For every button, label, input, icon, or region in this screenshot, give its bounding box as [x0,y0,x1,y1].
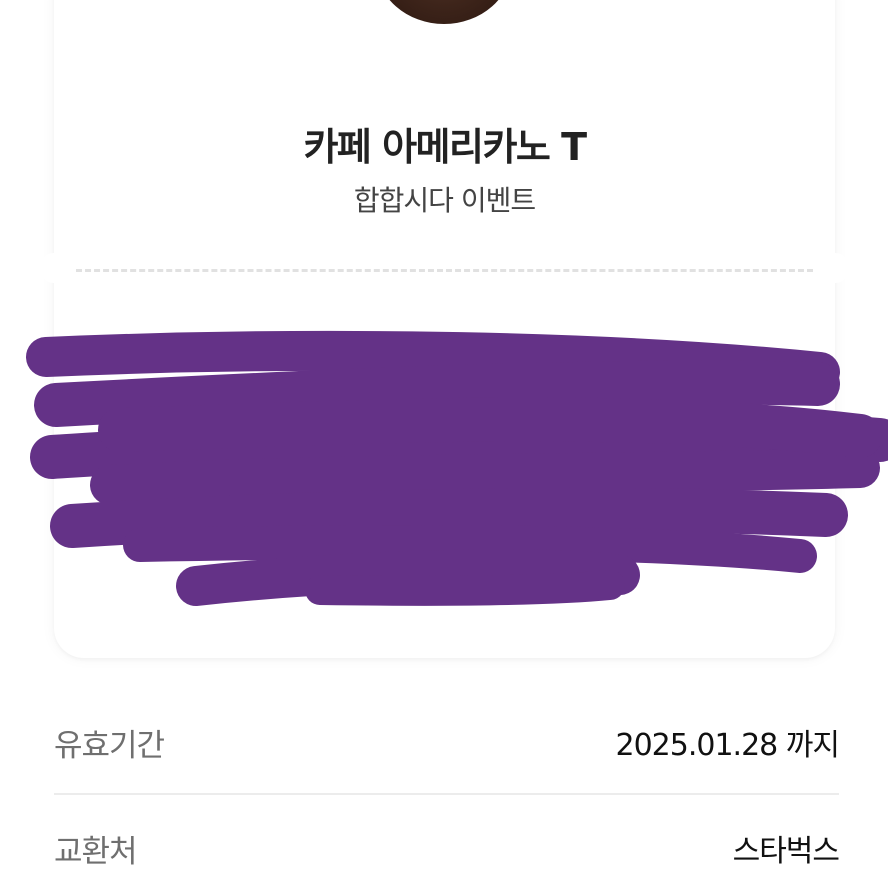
validity-value: 2025.01.28 까지 [615,728,840,763]
exchange-label: 교환처 [54,834,138,870]
ticket-perforation-divider [76,269,813,272]
event-name: 합합시다 이벤트 [353,184,536,217]
product-image [376,0,512,26]
ticket-notch-left [39,253,69,283]
barcode-area [54,300,835,600]
product-name: 카페 아메리카노 T [303,125,587,169]
exchange-value: 스타벅스 [732,834,840,869]
details-divider [54,793,839,795]
exchange-row: 교환처 스타벅스 [54,826,840,886]
gift-coupon-screen: 카페 아메리카노 T 합합시다 이벤트 유효기간 2025.01.28 까지 교… [0,0,888,888]
validity-row: 유효기간 2025.01.28 까지 [54,720,840,780]
coupon-ticket-card: 카페 아메리카노 T 합합시다 이벤트 [39,0,850,658]
ticket-notch-right [820,253,850,283]
coffee-cup-image [376,0,512,24]
validity-label: 유효기간 [54,728,165,764]
